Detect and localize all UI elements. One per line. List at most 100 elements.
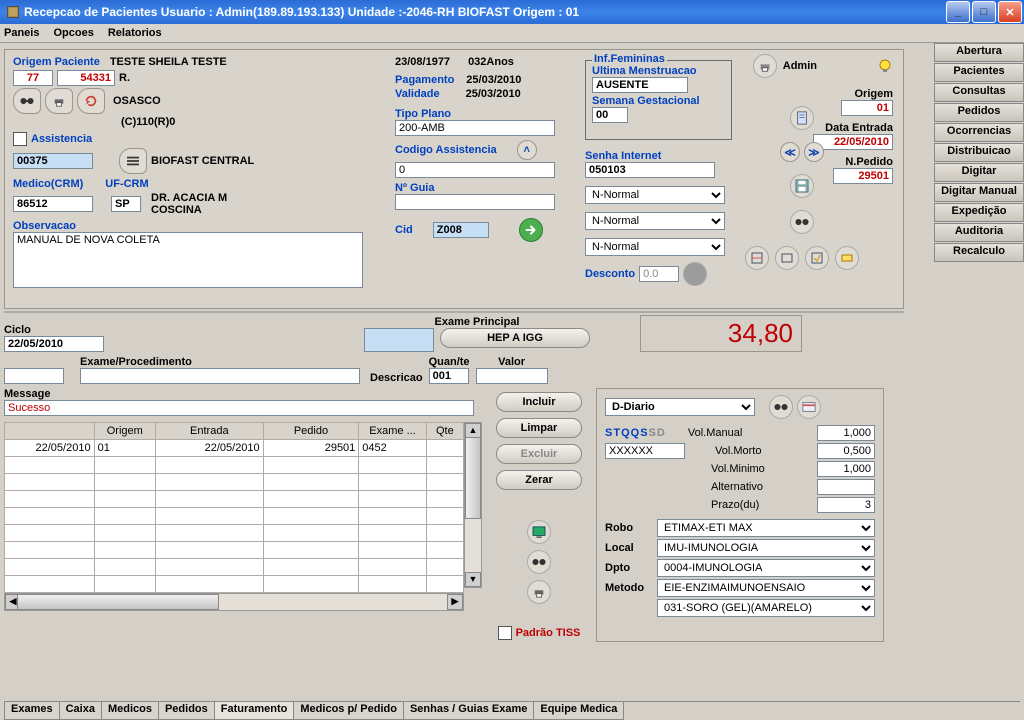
extra-select[interactable]: 031-SORO (GEL)(AMARELO) [657,599,875,617]
menu-opcoes[interactable]: Opcoes [53,27,93,39]
maximize-button[interactable]: □ [972,1,996,23]
nav-auditoria[interactable]: Auditoria [934,223,1024,242]
grid-hscroll[interactable]: ◀ ▶ [4,593,464,611]
tool-icon-1[interactable] [745,246,769,270]
message-field[interactable] [4,400,474,416]
local-select[interactable]: IMU-IMUNOLOGIA [657,539,875,557]
screen-icon[interactable] [527,520,551,544]
desconto-icon[interactable] [683,262,707,286]
exame-proc-field[interactable] [80,368,360,384]
observacao-field[interactable]: MANUAL DE NOVA COLETA [13,232,363,288]
chevron-up-icon[interactable]: ˄ [517,140,537,160]
sel-normal-3[interactable]: N-Normal [585,238,725,256]
incluir-button[interactable]: Incluir [496,392,582,412]
print-icon-3[interactable] [527,580,551,604]
prev-icon[interactable]: ≪ [780,142,800,162]
nav-digitar-manual[interactable]: Digitar Manual [934,183,1024,202]
medico-crm-field[interactable] [13,196,93,212]
exame-code-field[interactable] [4,368,64,384]
tab-equipe-medica[interactable]: Equipe Medica [533,702,624,720]
floppy-icon[interactable] [790,174,814,198]
binoculars-icon-2[interactable] [790,210,814,234]
ciclo-field[interactable] [4,336,104,352]
nav-digitar[interactable]: Digitar [934,163,1024,182]
limpar-button[interactable]: Limpar [496,418,582,438]
exames-grid[interactable]: Origem Entrada Pedido Exame ... Qte 22/0… [4,422,464,593]
tab-caixa[interactable]: Caixa [59,702,102,720]
tab-senhas[interactable]: Senhas / Guias Exame [403,702,534,720]
nav-recalculo[interactable]: Recalculo [934,243,1024,262]
zerar-button[interactable]: Zerar [496,470,582,490]
nav-pedidos[interactable]: Pedidos [934,103,1024,122]
tiss-checkbox[interactable] [498,626,512,640]
exame-principal-button[interactable]: HEP A IGG [440,328,590,348]
vol-morto-field[interactable] [817,443,875,459]
card-icon[interactable] [797,395,821,419]
uf-crm-field[interactable] [111,196,141,212]
menu-relatorios[interactable]: Relatorios [108,27,162,39]
paciente-code[interactable] [57,70,115,86]
assistencia-field[interactable] [13,153,93,169]
print-icon-2[interactable] [45,88,73,114]
metodo-select[interactable]: EIE-ENZIMAIMUNOENSAIO [657,579,875,597]
binoculars-icon-4[interactable] [769,395,793,419]
scroll-thumb-h[interactable] [17,594,219,610]
desconto-field[interactable] [639,266,679,282]
grid-col-pedido[interactable]: Pedido [263,423,359,440]
senha-field[interactable] [585,162,715,178]
origem-code[interactable] [13,70,53,86]
close-button[interactable]: ✕ [998,1,1022,23]
tab-medicos[interactable]: Medicos [101,702,159,720]
nav-consultas[interactable]: Consultas [934,83,1024,102]
grid-vscroll[interactable]: ▲ ▼ [464,422,482,588]
nav-pacientes[interactable]: Pacientes [934,63,1024,82]
excluir-button[interactable]: Excluir [496,444,582,464]
sem-gest-field[interactable] [592,107,628,123]
robo-select[interactable]: ETIMAX-ETI MAX [657,519,875,537]
grid-row[interactable]: 22/05/2010 01 22/05/2010 29501 0452 [5,440,464,457]
grid-col-entrada[interactable]: Entrada [155,423,263,440]
tool-icon-2[interactable] [775,246,799,270]
vol-minimo-field[interactable] [817,461,875,477]
scroll-thumb-v[interactable] [465,437,481,519]
list-icon[interactable] [119,148,147,174]
assistencia-checkbox[interactable] [13,132,27,146]
grid-col-origem[interactable]: Origem [94,423,155,440]
tab-exames[interactable]: Exames [4,702,60,720]
xxxxx-field[interactable] [605,443,685,459]
scroll-up-icon[interactable]: ▲ [465,423,481,438]
binoculars-icon-3[interactable] [527,550,551,574]
print-icon[interactable] [753,54,777,78]
tool-icon-4[interactable] [835,246,859,270]
n-guia-field[interactable] [395,194,555,210]
diario-select[interactable]: D-Diario [605,398,755,416]
next-icon[interactable]: ≫ [804,142,824,162]
menu-paneis[interactable]: Paneis [4,27,39,39]
cid-field[interactable] [433,222,489,238]
vol-manual-field[interactable] [817,425,875,441]
nav-ocorrencias[interactable]: Ocorrencias [934,123,1024,142]
tab-medicos-pedido[interactable]: Medicos p/ Pedido [293,702,404,720]
cod-assist-field[interactable] [395,162,555,178]
nav-expedicao[interactable]: Expedição [934,203,1024,222]
minimize-button[interactable]: _ [946,1,970,23]
bulb-icon[interactable] [877,58,893,74]
quant-field[interactable] [429,368,469,384]
sel-normal-2[interactable]: N-Normal [585,212,725,230]
binoculars-icon[interactable] [13,88,41,114]
document-icon[interactable] [790,106,814,130]
nav-distribuicao[interactable]: Distribuicao [934,143,1024,162]
scroll-down-icon[interactable]: ▼ [465,572,481,587]
nav-abertura[interactable]: Abertura [934,43,1024,62]
tab-faturamento[interactable]: Faturamento [214,702,295,720]
valor-field[interactable] [476,368,548,384]
tab-pedidos[interactable]: Pedidos [158,702,215,720]
scroll-right-icon[interactable]: ▶ [447,594,463,610]
go-icon[interactable] [519,218,543,242]
grid-col-exame[interactable]: Exame ... [359,423,426,440]
dpto-select[interactable]: 0004-IMUNOLOGIA [657,559,875,577]
grid-col-blank[interactable] [5,423,95,440]
sel-normal-1[interactable]: N-Normal [585,186,725,204]
tool-icon-3[interactable] [805,246,829,270]
alternativo-field[interactable] [817,479,875,495]
